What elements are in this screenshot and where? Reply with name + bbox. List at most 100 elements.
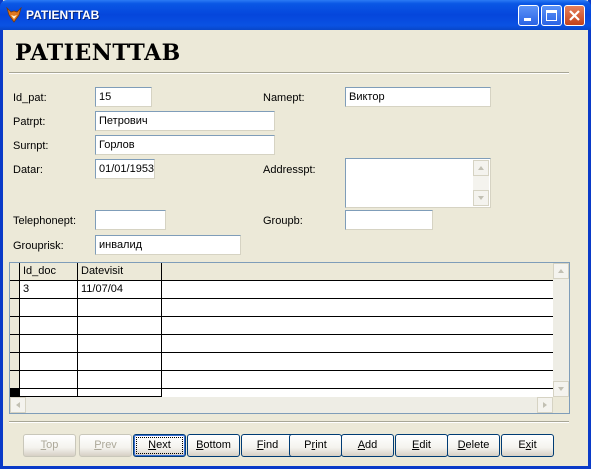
grid-row-filler xyxy=(162,299,553,317)
row-indicator[interactable] xyxy=(10,299,20,317)
grid-cell[interactable] xyxy=(20,335,78,353)
minimize-icon xyxy=(524,18,531,21)
bottom-button-label: ottom xyxy=(203,439,231,451)
grid-scroll-left-button[interactable] xyxy=(10,397,26,413)
id-pat-label: Id_pat: xyxy=(13,92,47,104)
grouprisk-label: Grouprisk: xyxy=(13,240,64,252)
grid-cell-datevisit[interactable]: 11/07/04 xyxy=(78,281,162,299)
grid-scroll-right-button[interactable] xyxy=(537,397,553,413)
minimize-button[interactable] xyxy=(518,5,539,26)
delete-button-label: elete xyxy=(465,439,490,451)
close-button[interactable] xyxy=(564,5,585,26)
datar-label: Datar: xyxy=(13,164,43,176)
edit-button-label: dit xyxy=(419,439,431,451)
grid-cell[interactable] xyxy=(78,335,162,353)
grid-cell[interactable] xyxy=(20,371,78,389)
patrpt-field[interactable]: Петрович xyxy=(95,111,275,131)
surnpt-field[interactable]: Горлов xyxy=(95,135,275,155)
addresspt-scroll-down-button[interactable] xyxy=(473,190,489,206)
arrow-up-icon xyxy=(558,269,564,273)
grid-cell[interactable] xyxy=(78,299,162,317)
grid-row-filler xyxy=(162,335,553,353)
grid-vertical-scrollbar[interactable] xyxy=(553,263,569,397)
row-indicator[interactable] xyxy=(10,281,20,299)
row-indicator[interactable] xyxy=(10,353,20,371)
exit-button[interactable]: Exit xyxy=(501,434,554,457)
arrow-left-icon xyxy=(16,402,20,408)
print-button[interactable]: Print xyxy=(289,434,342,457)
column-header-id-doc[interactable]: Id_doc xyxy=(20,263,78,281)
prev-button-label: rev xyxy=(101,439,117,451)
delete-button-hotkey: D xyxy=(457,439,466,451)
grouprisk-field[interactable]: инвалид xyxy=(95,235,241,255)
exit-button-prefix: E xyxy=(518,439,526,451)
grid-cell[interactable] xyxy=(78,353,162,371)
id-pat-field[interactable]: 15 xyxy=(95,87,152,107)
grid-cell[interactable] xyxy=(78,371,162,389)
grid-cell-id-doc[interactable]: 3 xyxy=(20,281,78,299)
addresspt-scrollbar[interactable] xyxy=(473,160,489,206)
grid-row-filler xyxy=(162,371,553,389)
grid-horizontal-scrollbar[interactable] xyxy=(10,397,553,413)
row-indicator[interactable] xyxy=(10,317,20,335)
title-bar[interactable]: PATIENTTAB xyxy=(0,0,591,30)
bottom-button[interactable]: Bottom xyxy=(187,434,240,457)
close-icon xyxy=(569,10,580,21)
row-indicator-current[interactable] xyxy=(10,389,20,397)
visits-grid[interactable]: Id_doc Datevisit 3 11/07/04 xyxy=(9,262,570,414)
edit-button[interactable]: Edit xyxy=(395,434,448,457)
grid-cell[interactable] xyxy=(20,317,78,335)
maximize-icon xyxy=(546,10,557,21)
print-button-label: int xyxy=(315,439,327,451)
grid-row-filler xyxy=(162,281,553,299)
print-button-prefix: P xyxy=(304,439,312,451)
next-button[interactable]: Next xyxy=(133,434,186,457)
delete-button[interactable]: Delete xyxy=(447,434,500,457)
grid-scroll-up-button[interactable] xyxy=(553,263,569,279)
column-header-datevisit[interactable]: Datevisit xyxy=(78,263,162,281)
arrow-down-icon xyxy=(558,387,564,391)
grid-cell[interactable] xyxy=(78,317,162,335)
add-button-label: dd xyxy=(365,439,378,451)
add-button[interactable]: Add xyxy=(341,434,394,457)
telephonept-field[interactable] xyxy=(95,210,166,230)
addresspt-label: Addresspt: xyxy=(263,164,316,176)
row-indicator[interactable] xyxy=(10,335,20,353)
fox-app-icon xyxy=(6,7,22,23)
arrow-down-icon xyxy=(478,196,484,200)
prev-button-hotkey: P xyxy=(94,439,102,451)
arrow-up-icon xyxy=(478,166,484,170)
next-button-label: ext xyxy=(156,439,171,451)
datar-field[interactable]: 01/01/1953 xyxy=(95,159,155,179)
grid-cell[interactable] xyxy=(78,389,162,397)
buttons-divider xyxy=(9,421,569,423)
maximize-button[interactable] xyxy=(541,5,562,26)
grid-header-indicator xyxy=(10,263,20,281)
surnpt-label: Surnpt: xyxy=(13,140,49,152)
grid-scroll-down-button[interactable] xyxy=(553,381,569,397)
prev-button[interactable]: Prev xyxy=(79,434,132,457)
addresspt-field[interactable] xyxy=(345,158,491,208)
top-button[interactable]: Top xyxy=(23,434,76,457)
grid-cell[interactable] xyxy=(20,389,78,397)
window-title: PATIENTTAB xyxy=(26,8,100,22)
grid-body: Id_doc Datevisit 3 11/07/04 xyxy=(10,263,553,397)
namept-field[interactable]: Виктор xyxy=(345,87,491,107)
groupb-label: Groupb: xyxy=(263,215,303,227)
row-indicator[interactable] xyxy=(10,371,20,389)
patrpt-label: Patrpt: xyxy=(13,116,46,128)
find-button[interactable]: Find xyxy=(241,434,294,457)
heading-divider xyxy=(9,72,569,74)
find-button-hotkey: F xyxy=(256,439,264,451)
grid-row-filler xyxy=(162,317,553,335)
groupb-field[interactable] xyxy=(345,210,433,230)
namept-label: Namept: xyxy=(263,92,305,104)
add-button-hotkey: A xyxy=(357,439,366,451)
grid-cell[interactable] xyxy=(20,299,78,317)
exit-button-label: it xyxy=(531,439,537,451)
addresspt-scroll-up-button[interactable] xyxy=(473,160,489,176)
telephonept-label: Telephonept: xyxy=(13,215,76,227)
grid-cell[interactable] xyxy=(20,353,78,371)
top-button-label: op xyxy=(46,439,59,451)
next-button-hotkey: N xyxy=(148,439,157,451)
